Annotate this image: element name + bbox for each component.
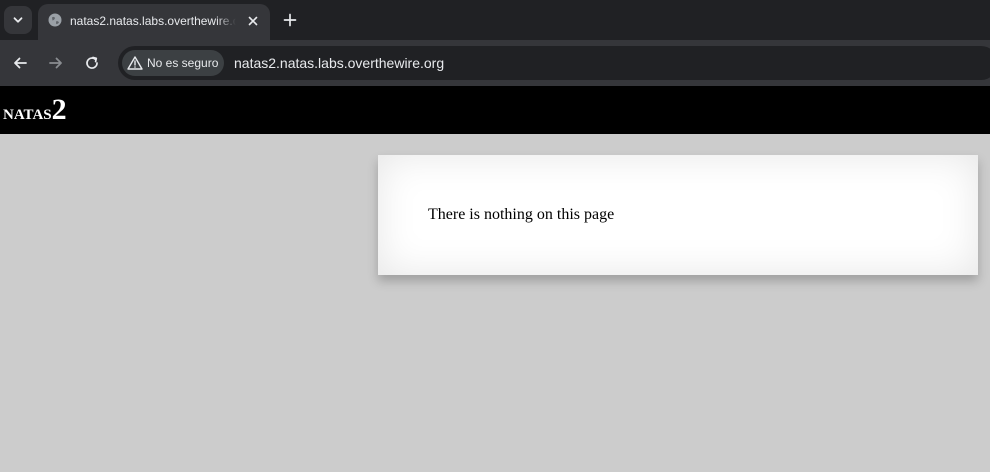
page-viewport: natas2 There is nothing on this page <box>0 86 990 472</box>
content-message: There is nothing on this page <box>428 206 615 223</box>
content-box: There is nothing on this page <box>378 155 978 275</box>
reload-button[interactable] <box>80 51 104 75</box>
new-tab-button[interactable] <box>280 10 300 30</box>
tab-title: natas2.natas.labs.overthewire.org <box>70 14 236 28</box>
chevron-down-icon <box>13 17 23 23</box>
security-indicator[interactable]: No es seguro <box>122 50 224 76</box>
forward-button[interactable] <box>44 51 68 75</box>
reload-icon <box>86 56 98 69</box>
page-title-number: 2 <box>51 93 67 126</box>
arrow-right-icon <box>49 57 62 69</box>
url-text[interactable]: natas2.natas.labs.overthewire.org <box>234 54 444 72</box>
close-icon <box>248 16 258 26</box>
site-header: natas2 <box>0 86 990 134</box>
address-bar[interactable]: No es seguro natas2.natas.labs.overthewi… <box>118 46 990 80</box>
back-button[interactable] <box>8 51 32 75</box>
browser-tabstrip: natas2.natas.labs.overthewire.org <box>0 0 990 40</box>
tab-search-button[interactable] <box>4 6 32 34</box>
globe-icon <box>48 13 62 27</box>
tab-close-button[interactable] <box>244 12 262 30</box>
page-title: natas2 <box>3 92 67 133</box>
page-title-name: natas <box>3 99 52 124</box>
warning-icon <box>127 56 143 70</box>
security-label: No es seguro <box>147 56 219 70</box>
browser-toolbar: No es seguro natas2.natas.labs.overthewi… <box>0 40 990 86</box>
plus-icon <box>283 13 297 27</box>
arrow-left-icon <box>14 57 27 69</box>
tab-natas2[interactable]: natas2.natas.labs.overthewire.org <box>38 4 270 40</box>
